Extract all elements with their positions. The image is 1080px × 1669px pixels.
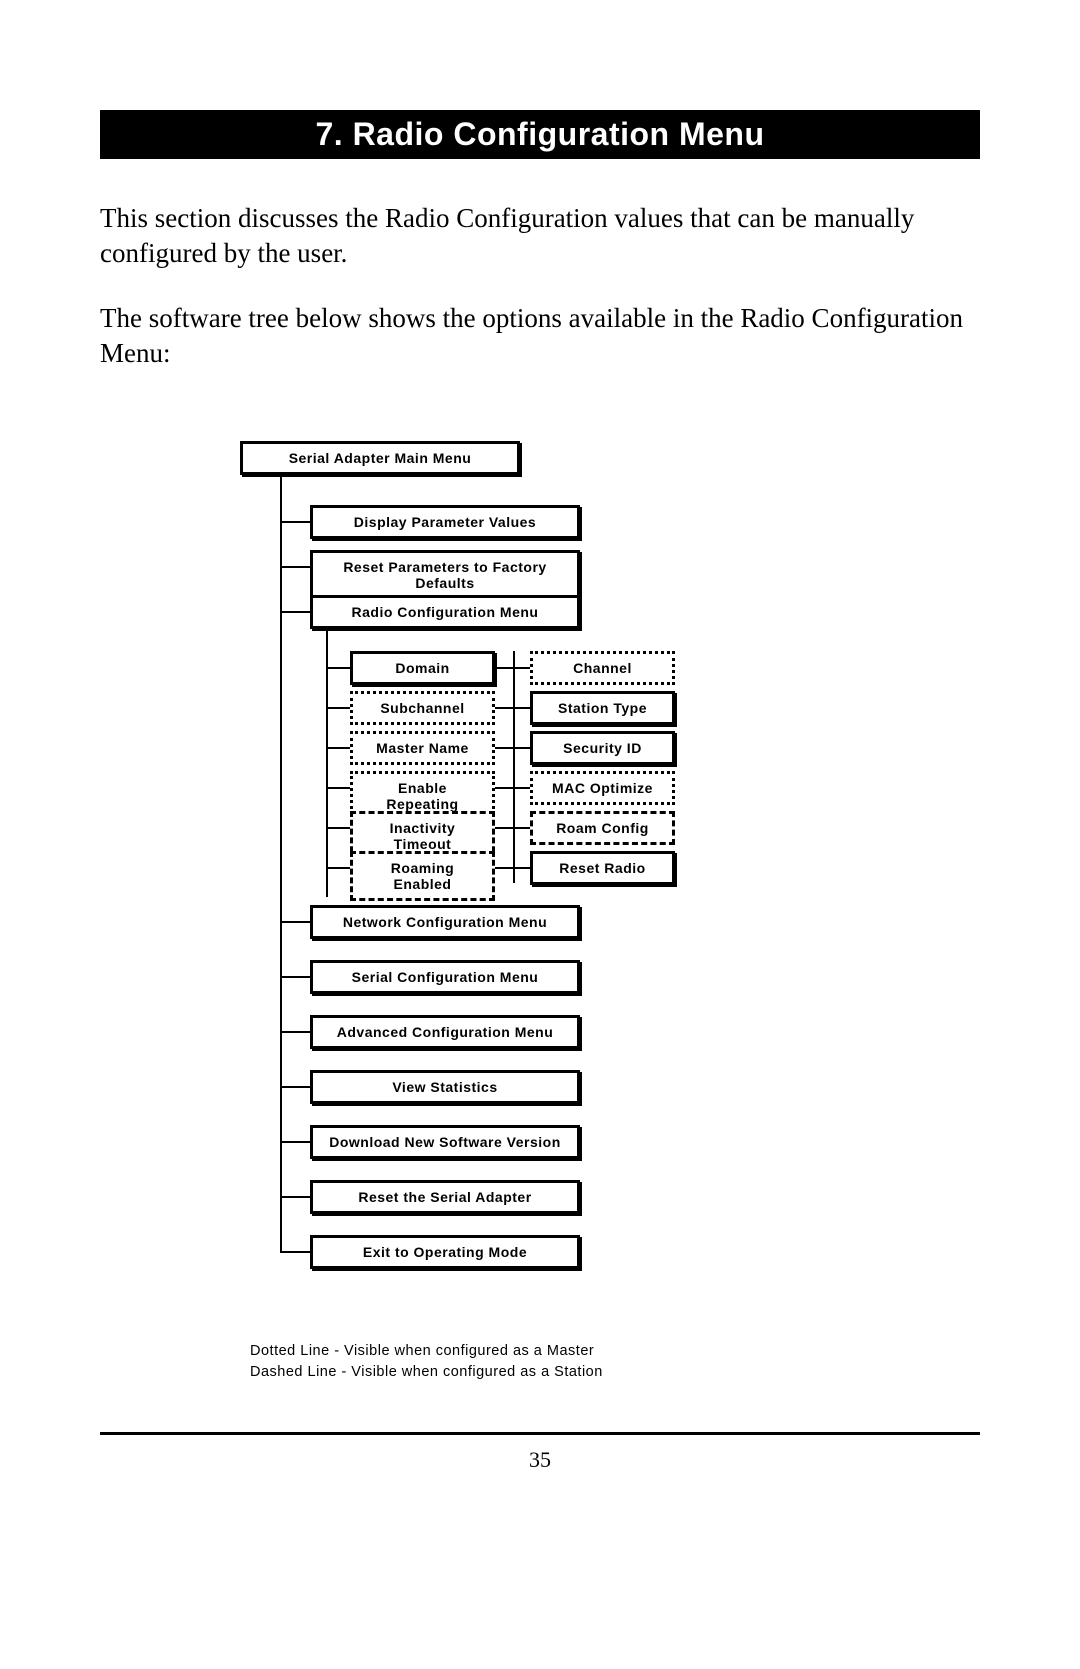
connector-vline <box>280 475 282 1251</box>
page-container: 7. Radio Configuration Menu This section… <box>0 0 1080 1533</box>
connector-hline <box>326 667 350 669</box>
connector-hline <box>280 611 310 613</box>
software-tree: Serial Adapter Main Menu Display Paramet… <box>240 441 980 1281</box>
node-display: Display Parameter Values <box>310 505 580 539</box>
connector-hline <box>280 1031 310 1033</box>
node-serial: Serial Configuration Menu <box>310 960 580 994</box>
section-heading: 7. Radio Configuration Menu <box>100 110 980 159</box>
node-root: Serial Adapter Main Menu <box>240 441 520 475</box>
connector-hline <box>326 707 350 709</box>
connector-hline <box>280 976 310 978</box>
node-roamingenabled: Roaming Enabled <box>350 851 495 901</box>
node-mastername: Master Name <box>350 731 495 765</box>
connector-hline <box>280 1196 310 1198</box>
footer-rule <box>100 1432 980 1435</box>
connector-hline <box>326 827 350 829</box>
connector-hline <box>280 566 310 568</box>
legend-dashed: Dashed Line - Visible when configured as… <box>250 1362 980 1382</box>
node-reset: Reset Parameters to Factory Defaults <box>310 550 580 600</box>
node-macoptimize: MAC Optimize <box>530 771 675 805</box>
node-domain: Domain <box>350 651 495 685</box>
node-channel: Channel <box>530 651 675 685</box>
legend: Dotted Line - Visible when configured as… <box>250 1341 980 1382</box>
connector-hline <box>280 1086 310 1088</box>
node-subchannel: Subchannel <box>350 691 495 725</box>
node-securityid: Security ID <box>530 731 675 765</box>
node-stationtype: Station Type <box>530 691 675 725</box>
node-network: Network Configuration Menu <box>310 905 580 939</box>
connector-hline <box>326 747 350 749</box>
legend-dotted: Dotted Line - Visible when configured as… <box>250 1341 980 1361</box>
connector-vline <box>513 651 515 883</box>
intro-paragraph-1: This section discusses the Radio Configu… <box>100 201 980 271</box>
connector-hline <box>280 1251 310 1253</box>
node-resetadapter: Reset the Serial Adapter <box>310 1180 580 1214</box>
node-advanced: Advanced Configuration Menu <box>310 1015 580 1049</box>
connector-hline <box>280 1141 310 1143</box>
node-stats: View Statistics <box>310 1070 580 1104</box>
intro-paragraph-2: The software tree below shows the option… <box>100 301 980 371</box>
connector-hline <box>326 867 350 869</box>
connector-vline <box>326 629 328 897</box>
node-radio: Radio Configuration Menu <box>310 595 580 629</box>
node-roamconfig: Roam Config <box>530 811 675 845</box>
node-resetradio: Reset Radio <box>530 851 675 885</box>
node-download: Download New Software Version <box>310 1125 580 1159</box>
connector-hline <box>280 521 310 523</box>
connector-hline <box>280 921 310 923</box>
connector-hline <box>326 787 350 789</box>
page-number: 35 <box>100 1447 980 1473</box>
node-exit: Exit to Operating Mode <box>310 1235 580 1269</box>
